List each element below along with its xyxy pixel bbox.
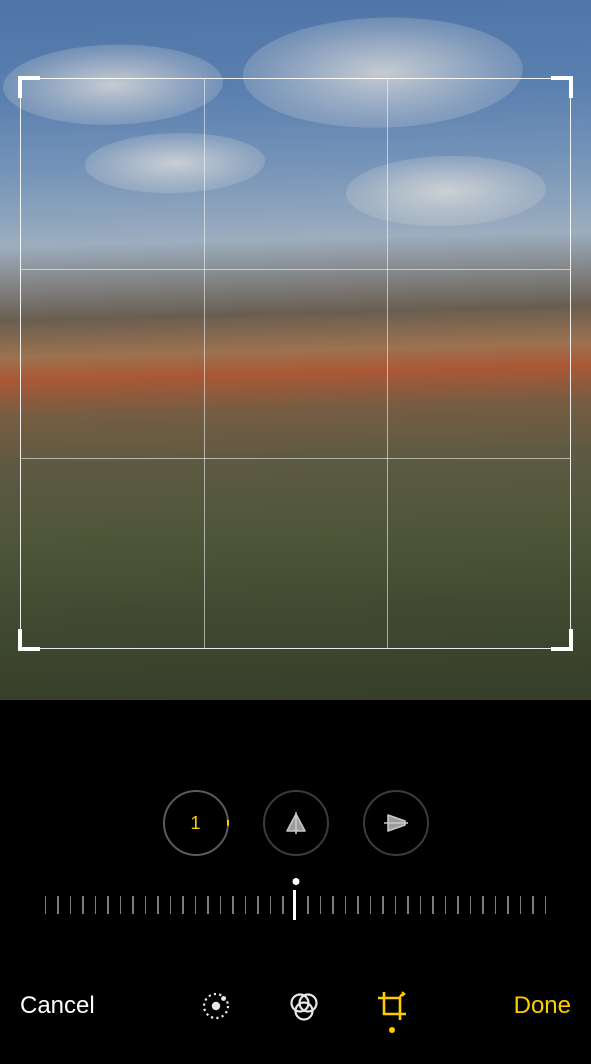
edit-mode-tabs	[199, 989, 409, 1023]
horizontal-perspective-icon	[383, 811, 409, 835]
slider-tick	[482, 896, 484, 914]
slider-tick	[95, 896, 97, 914]
slider-tick	[45, 896, 47, 914]
slider-tick	[282, 896, 284, 914]
slider-origin-dot	[292, 878, 299, 885]
cancel-button[interactable]: Cancel	[20, 992, 95, 1020]
slider-cursor[interactable]	[293, 890, 296, 920]
slider-tick	[357, 896, 359, 914]
slider-tick	[320, 896, 322, 914]
crop-tab[interactable]	[375, 989, 409, 1023]
slider-tick	[182, 896, 184, 914]
slider-tick	[220, 896, 222, 914]
slider-tick	[70, 896, 72, 914]
grid-line	[387, 79, 388, 648]
slider-tick	[345, 896, 347, 914]
slider-tick	[120, 896, 122, 914]
done-button[interactable]: Done	[514, 992, 571, 1020]
photo-crop-stage[interactable]	[0, 0, 591, 700]
slider-tick	[520, 896, 522, 914]
slider-tick	[545, 896, 547, 914]
crop-handle-br[interactable]	[551, 629, 573, 651]
vertical-perspective-button[interactable]	[263, 790, 329, 856]
crop-handle-tl[interactable]	[18, 76, 40, 98]
bottom-toolbar: Cancel Done	[0, 976, 591, 1036]
slider-tick	[245, 896, 247, 914]
slider-tick	[82, 896, 84, 914]
slider-tick	[157, 896, 159, 914]
grid-line	[21, 269, 570, 270]
crop-frame[interactable]	[20, 78, 571, 649]
slider-tick	[207, 896, 209, 914]
slider-tick	[532, 896, 534, 914]
slider-tick	[507, 896, 509, 914]
slider-tick	[432, 896, 434, 914]
slider-tick	[370, 896, 372, 914]
crop-handle-bl[interactable]	[18, 629, 40, 651]
transform-tools-row: 1	[0, 790, 591, 856]
filters-tab[interactable]	[287, 989, 321, 1023]
slider-tick	[270, 896, 272, 914]
slider-tick	[107, 896, 109, 914]
horizontal-perspective-button[interactable]	[363, 790, 429, 856]
slider-tick	[407, 896, 409, 914]
slider-tick	[195, 896, 197, 914]
grid-line	[204, 79, 205, 648]
rotation-slider[interactable]	[0, 880, 591, 930]
slider-tick	[445, 896, 447, 914]
progress-ring	[163, 790, 229, 856]
slider-tick	[307, 896, 309, 914]
slider-tick	[145, 896, 147, 914]
grid-line	[21, 458, 570, 459]
slider-tick	[457, 896, 459, 914]
slider-tick	[495, 896, 497, 914]
crop-handle-tr[interactable]	[551, 76, 573, 98]
slider-tick	[470, 896, 472, 914]
crop-icon	[375, 989, 409, 1023]
slider-tick	[395, 896, 397, 914]
slider-tick	[257, 896, 259, 914]
slider-tick	[382, 896, 384, 914]
straighten-button[interactable]: 1	[163, 790, 229, 856]
slider-tick	[232, 896, 234, 914]
filters-icon	[288, 990, 320, 1022]
slider-tick	[132, 896, 134, 914]
active-tab-indicator	[389, 1027, 395, 1033]
slider-tick	[170, 896, 172, 914]
slider-tick	[332, 896, 334, 914]
slider-tick	[57, 896, 59, 914]
adjust-tab[interactable]	[199, 989, 233, 1023]
adjust-icon	[200, 990, 232, 1022]
slider-tick	[420, 896, 422, 914]
vertical-perspective-icon	[283, 811, 309, 835]
